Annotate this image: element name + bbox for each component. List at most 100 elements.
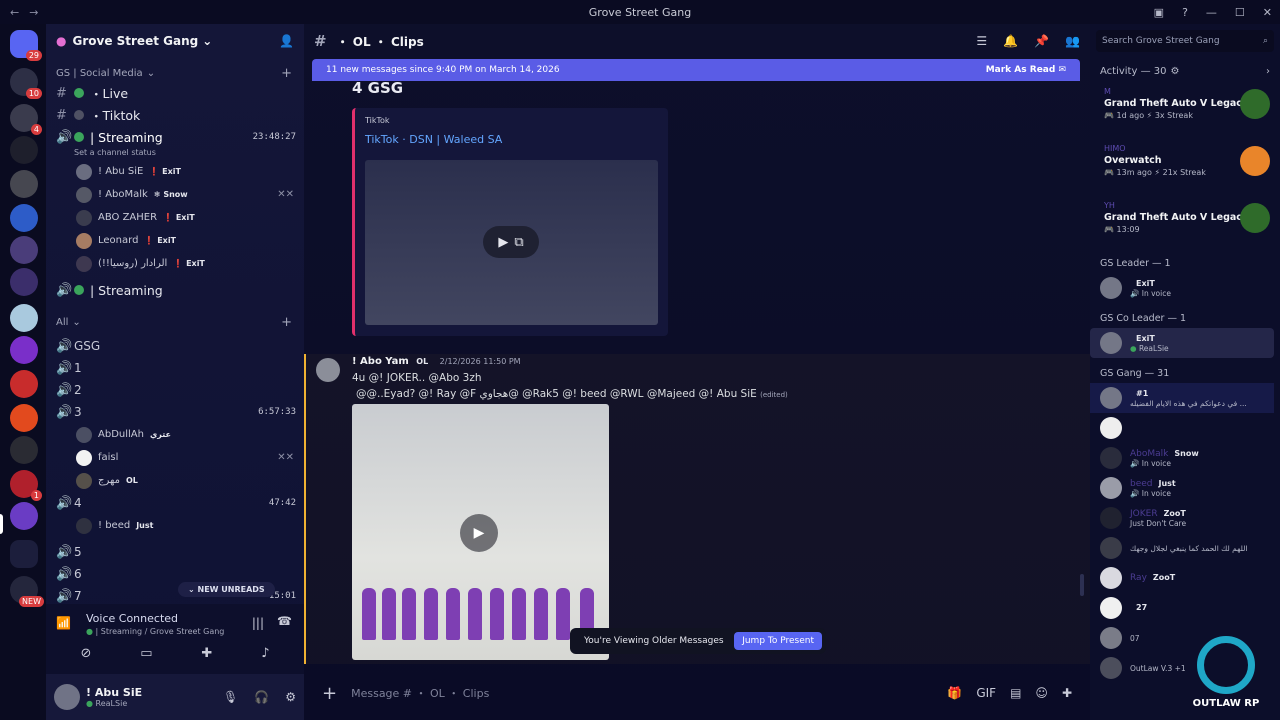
server-icon[interactable] [10,370,38,398]
apps-icon[interactable]: ✚ [1062,686,1072,700]
voice-channel[interactable]: 🔊 GSG [46,335,304,357]
add-member-icon[interactable]: 👤 [279,34,294,48]
user-panel[interactable]: ! Abu SiE ● ReaLSie 🎙 🎧 ⚙ [46,674,304,720]
bell-icon[interactable]: 🔔 [1003,34,1018,48]
search-input[interactable]: Search Grove Street Gang ⌕ [1096,30,1274,52]
member-list-icon[interactable]: 👥 [1065,34,1080,48]
activity-header[interactable]: Activity — 30 ⚙ › [1090,58,1280,77]
voice-user[interactable]: Leonard ❗ ExiT [46,229,304,252]
server-header[interactable]: ● Grove Street Gang ⌄ 👤 [46,24,304,58]
help-icon[interactable]: ? [1182,6,1188,19]
channel-status[interactable]: Set a channel status [46,148,304,160]
voice-user[interactable]: ABO ZAHER ❗ ExiT [46,206,304,229]
embed-video[interactable]: ▶ ⧉ [365,160,658,325]
microphone-icon[interactable]: 🎙 [223,690,238,704]
activity-card[interactable]: HIMO Overwatch 🎮 13m ago ⚡ 21x Streak [1090,134,1280,191]
voice-user[interactable]: ! Abu SiE ❗ ExiT [46,160,304,183]
sticker-icon[interactable]: ▤ [1010,686,1021,700]
camera-off-icon[interactable]: ⊘ [80,646,91,661]
video-attachment[interactable]: ▶ [352,404,609,660]
channel-streaming-2[interactable]: 🔊 | Streaming [46,279,304,301]
folder-icon[interactable] [10,540,38,568]
server-icon[interactable]: 1 [10,470,42,501]
server-icon[interactable] [10,436,38,464]
voice-user[interactable]: AbDullAh عتري [46,423,304,446]
voice-user[interactable]: ! AboMalk ❄ Snow ✕✕ [46,183,304,206]
channel-live[interactable]: # ・ Live [46,82,304,104]
member-item[interactable]: #1 في دعواتكم في هذه الايام الفضيله ... [1090,383,1274,413]
add-attachment-icon[interactable]: + [322,683,337,704]
category-all[interactable]: All ⌄ + [46,313,304,331]
server-icon[interactable] [10,170,38,198]
member-item[interactable] [1090,413,1280,443]
play-button[interactable]: ▶ [460,514,498,552]
new-server-icon[interactable]: NEW [10,576,44,607]
voice-channel[interactable]: 🔊 2 [46,379,304,401]
headphones-icon[interactable]: 🎧 [254,690,269,704]
external-link-icon[interactable]: ⧉ [514,235,523,250]
voice-user[interactable]: ! beed Just [46,514,304,537]
avatar[interactable] [54,684,80,710]
member-item[interactable]: Ray ZooT [1090,563,1280,593]
scrollbar[interactable] [1080,574,1084,596]
member-item[interactable]: اللهم لك الحمد كما ينبغي لجلال وجهك [1090,533,1280,563]
server-icon[interactable] [10,304,38,332]
jump-to-present-button[interactable]: Jump To Present [734,632,822,650]
minimize-button[interactable]: — [1206,6,1217,19]
threads-icon[interactable]: ☰ [976,34,987,48]
member-item[interactable]: ExiT 🔊 In voice [1090,273,1280,303]
server-icon[interactable] [10,236,38,264]
activities-icon[interactable]: ✚ [201,646,212,661]
server-icon[interactable] [10,204,38,232]
close-button[interactable]: ✕ [1263,6,1272,19]
voice-channel[interactable]: 🔊 3 6:57:33 [46,401,304,423]
voice-user[interactable]: مهرج OL [46,469,304,492]
member-item[interactable]: JOKER ZooT Just Don't Care [1090,503,1280,533]
soundboard-icon[interactable]: ♪ [261,646,269,661]
forward-arrow-icon[interactable]: → [29,6,38,19]
back-arrow-icon[interactable]: ← [10,6,19,19]
maximize-button[interactable]: ☐ [1235,6,1245,19]
server-icon[interactable]: 10 [10,68,42,99]
mark-as-read-button[interactable]: Mark As Read ✉ [986,65,1066,75]
gif-icon[interactable]: GIF [976,686,996,700]
emoji-icon[interactable]: ☺ [1035,686,1048,700]
activity-card[interactable]: YH Grand Theft Auto V Legacy 🎮 13:09 [1090,191,1280,248]
avatar[interactable] [316,358,340,382]
member-item[interactable]: beed Just 🔊 In voice [1090,473,1280,503]
play-button[interactable]: ▶ ⧉ [483,226,539,258]
message-author[interactable]: ! Abo Yam [352,356,409,367]
embed-title-link[interactable]: TikTok · DSN | Waleed SA [365,133,658,146]
disconnect-icon[interactable]: ☎ [277,614,292,628]
screen-share-icon[interactable]: ▭ [140,646,152,661]
member-item[interactable]: ExiT ● ReaLSie [1090,328,1274,358]
soundwave-icon[interactable]: ||| [252,616,264,630]
pin-icon[interactable]: 📌 [1034,34,1049,48]
new-messages-bar[interactable]: 11 new messages since 9:40 PM on March 1… [312,59,1080,81]
message-composer[interactable]: + Message # ・ OL ・ Clips 🎁 GIF ▤ ☺ ✚ [312,678,1082,708]
voice-channel[interactable]: 🔊 5 [46,541,304,563]
voice-channel[interactable]: 🔊 1 [46,357,304,379]
message-input[interactable]: Message # ・ OL ・ Clips [351,685,489,701]
category-social[interactable]: GS | Social Media ⌄ + [46,64,304,82]
voice-channel[interactable]: 🔊 4 47:42 [46,492,304,514]
chevron-right-icon[interactable]: › [1266,66,1270,77]
voice-user[interactable]: faisl ✕✕ [46,446,304,469]
home-button[interactable]: 29 [10,30,42,61]
member-item[interactable]: 27 [1090,593,1280,623]
member-item[interactable]: AboMalk Snow 🔊 In voice [1090,443,1280,473]
channel-tiktok[interactable]: # ・ Tiktok [46,104,304,126]
server-icon[interactable]: 4 [10,104,42,135]
inbox-icon[interactable]: ▣ [1154,6,1164,19]
add-channel-icon[interactable]: + [281,315,292,330]
new-unreads-pill[interactable]: ⌄ NEW UNREADS [178,582,275,597]
activity-card[interactable]: M Grand Theft Auto V Legacy 🎮 1d ago ⚡ 3… [1090,77,1280,134]
server-icon[interactable] [10,336,38,364]
gift-icon[interactable]: 🎁 [947,686,962,700]
voice-user[interactable]: الرادار (روسيا!!) ❗ ExiT [46,252,304,275]
add-channel-icon[interactable]: + [281,66,292,81]
server-icon[interactable] [10,502,38,530]
server-icon[interactable] [10,268,38,296]
server-icon[interactable] [10,136,38,164]
settings-gear-icon[interactable]: ⚙ [285,690,296,704]
